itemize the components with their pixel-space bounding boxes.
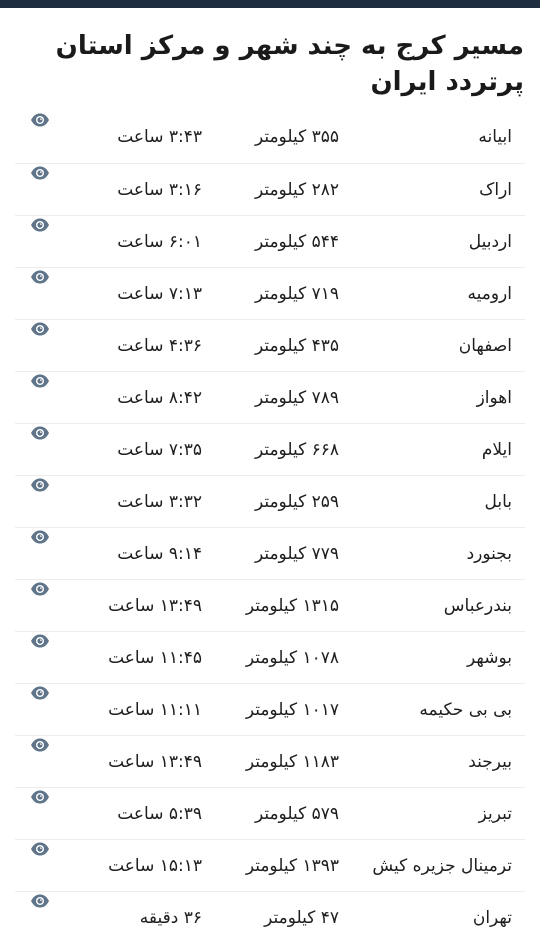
travel-time: ۱۱:۱۱ ساعت: [108, 700, 202, 720]
route-distance: ۲۵۹ کیلومتر: [254, 492, 339, 512]
route-row[interactable]: بوشهر ۱۰۷۸ کیلومتر ۱۱:۴۵ ساعت: [15, 631, 525, 683]
route-distance: ۵۴۴ کیلومتر: [254, 232, 339, 252]
route-distance: ۱۰۷۸ کیلومتر: [245, 648, 339, 668]
route-row[interactable]: اراک ۲۸۲ کیلومتر ۳:۱۶ ساعت: [15, 163, 525, 215]
city-name: بجنورد: [466, 544, 512, 564]
travel-time: ۱۵:۱۳ ساعت: [108, 856, 202, 876]
eye-icon[interactable]: [30, 320, 50, 338]
route-row[interactable]: تهران ۴۷ کیلومتر ۳۶ دقیقه: [15, 891, 525, 943]
route-distance: ۳۵۵ کیلومتر: [254, 127, 339, 147]
route-row[interactable]: ایلام ۶۶۸ کیلومتر ۷:۳۵ ساعت: [15, 423, 525, 475]
city-name: تهران: [472, 908, 512, 928]
eye-icon[interactable]: [30, 580, 50, 598]
eye-icon[interactable]: [30, 164, 50, 182]
eye-icon[interactable]: [30, 528, 50, 546]
eye-icon[interactable]: [30, 632, 50, 650]
travel-time: ۱۳:۴۹ ساعت: [108, 596, 202, 616]
route-distance: ۷۷۹ کیلومتر: [254, 544, 339, 564]
route-row[interactable]: بیرجند ۱۱۸۳ کیلومتر ۱۳:۴۹ ساعت: [15, 735, 525, 787]
eye-icon[interactable]: [30, 476, 50, 494]
travel-time: ۴:۳۶ ساعت: [117, 336, 202, 356]
city-name: بی بی حکیمه: [419, 700, 512, 720]
route-distance: ۷۸۹ کیلومتر: [254, 388, 339, 408]
travel-time: ۹:۱۴ ساعت: [117, 544, 202, 564]
city-name: اهواز: [476, 388, 512, 408]
route-row[interactable]: بی بی حکیمه ۱۰۱۷ کیلومتر ۱۱:۱۱ ساعت: [15, 683, 525, 735]
top-bar: [0, 0, 540, 8]
route-distance: ۵۷۹ کیلومتر: [254, 804, 339, 824]
page-title: مسیر کرج به چند شهر و مرکز استان پرتردد …: [55, 31, 524, 97]
route-distance: ۱۱۸۳ کیلومتر: [245, 752, 339, 772]
route-row[interactable]: اصفهان ۴۳۵ کیلومتر ۴:۳۶ ساعت: [15, 319, 525, 371]
eye-icon[interactable]: [30, 736, 50, 754]
travel-time: ۳:۴۳ ساعت: [117, 127, 202, 147]
route-row[interactable]: بجنورد ۷۷۹ کیلومتر ۹:۱۴ ساعت: [15, 527, 525, 579]
route-distance: ۱۰۱۷ کیلومتر: [245, 700, 339, 720]
city-name: بندرعباس: [443, 596, 512, 616]
route-distance: ۴۷ کیلومتر: [264, 908, 339, 928]
city-name: ایلام: [481, 440, 512, 460]
travel-time: ۷:۱۳ ساعت: [117, 284, 202, 304]
eye-icon[interactable]: [30, 372, 50, 390]
city-name: اردبیل: [468, 232, 512, 252]
eye-icon[interactable]: [30, 788, 50, 806]
eye-icon[interactable]: [30, 216, 50, 234]
route-row[interactable]: اردبیل ۵۴۴ کیلومتر ۶:۰۱ ساعت: [15, 215, 525, 267]
route-row[interactable]: ارومیه ۷۱۹ کیلومتر ۷:۱۳ ساعت: [15, 267, 525, 319]
route-distance: ۴۳۵ کیلومتر: [254, 336, 339, 356]
route-distance: ۶۶۸ کیلومتر: [254, 440, 339, 460]
travel-time: ۱۱:۴۵ ساعت: [108, 648, 202, 668]
city-name: ترمینال جزیره کیش: [372, 856, 512, 876]
eye-icon[interactable]: [30, 111, 50, 129]
route-distance: ۷۱۹ کیلومتر: [254, 284, 339, 304]
route-row[interactable]: بابل ۲۵۹ کیلومتر ۳:۳۲ ساعت: [15, 475, 525, 527]
travel-time: ۶:۰۱ ساعت: [117, 232, 202, 252]
eye-icon[interactable]: [30, 684, 50, 702]
eye-icon[interactable]: [30, 840, 50, 858]
city-name: اراک: [479, 180, 512, 200]
city-name: ارومیه: [467, 284, 513, 304]
eye-icon[interactable]: [30, 268, 50, 286]
city-name: بیرجند: [468, 752, 512, 772]
route-distance: ۱۳۱۵ کیلومتر: [245, 596, 339, 616]
city-name: ابیانه: [478, 127, 512, 147]
route-row[interactable]: تبریز ۵۷۹ کیلومتر ۵:۳۹ ساعت: [15, 787, 525, 839]
route-row[interactable]: ابیانه ۳۵۵ کیلومتر ۳:۴۳ ساعت: [15, 111, 525, 163]
travel-time: ۳:۳۲ ساعت: [117, 492, 202, 512]
route-row[interactable]: بندرعباس ۱۳۱۵ کیلومتر ۱۳:۴۹ ساعت: [15, 579, 525, 631]
route-row[interactable]: ترمینال جزیره کیش ۱۳۹۳ کیلومتر ۱۵:۱۳ ساع…: [15, 839, 525, 891]
eye-icon[interactable]: [30, 424, 50, 442]
travel-time: ۷:۳۵ ساعت: [117, 440, 202, 460]
travel-time: ۸:۴۲ ساعت: [117, 388, 202, 408]
route-row[interactable]: اهواز ۷۸۹ کیلومتر ۸:۴۲ ساعت: [15, 371, 525, 423]
route-distance: ۲۸۲ کیلومتر: [254, 180, 339, 200]
city-name: بوشهر: [467, 648, 512, 668]
eye-icon[interactable]: [30, 892, 50, 910]
city-name: اصفهان: [458, 336, 512, 356]
travel-time: ۵:۳۹ ساعت: [117, 804, 202, 824]
city-name: بابل: [484, 492, 512, 512]
travel-time: ۳۶ دقیقه: [139, 908, 202, 928]
route-distance: ۱۳۹۳ کیلومتر: [245, 856, 339, 876]
city-name: تبریز: [478, 804, 512, 824]
route-list: ابیانه ۳۵۵ کیلومتر ۳:۴۳ ساعت اراک ۲۸۲ کی…: [15, 111, 525, 943]
travel-time: ۳:۱۶ ساعت: [117, 180, 202, 200]
travel-time: ۱۳:۴۹ ساعت: [108, 752, 202, 772]
